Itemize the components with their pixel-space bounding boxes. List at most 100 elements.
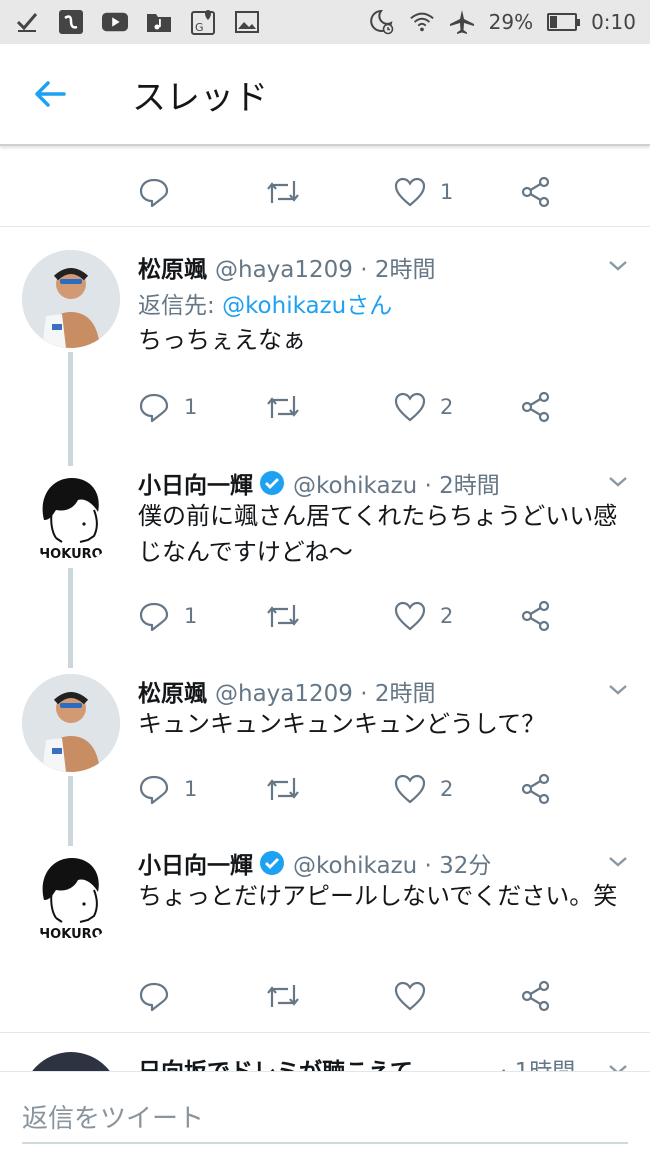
verified-badge-icon	[260, 851, 284, 875]
like-button[interactable]: 2	[394, 769, 453, 809]
share-button[interactable]	[520, 596, 552, 636]
author-handle-time: @kohikazu · 32分	[293, 853, 492, 879]
author-name: 日向坂でドレミが聴こえて	[138, 1059, 413, 1071]
author-name: 松原颯	[138, 257, 207, 283]
avatar[interactable]	[22, 674, 120, 772]
music-folder-icon	[146, 9, 172, 35]
airplane-icon	[449, 9, 475, 35]
heart-icon	[394, 774, 426, 804]
thread-header: スレッド	[0, 44, 650, 146]
divider	[0, 1032, 650, 1033]
reply-icon	[139, 982, 169, 1012]
check-icon	[14, 9, 40, 35]
share-icon	[521, 773, 550, 805]
like-button[interactable]: 1	[394, 172, 453, 212]
clock: 0:10	[591, 10, 636, 34]
reply-composer: 返信をツイート	[0, 1071, 650, 1156]
svg-text:G: G	[195, 21, 204, 34]
retweet-button[interactable]	[266, 172, 300, 212]
share-button[interactable]	[520, 172, 552, 212]
avatar[interactable]: HOKURO	[22, 846, 120, 944]
back-arrow-icon[interactable]	[30, 74, 70, 114]
reply-to-label: 返信先:	[138, 293, 223, 319]
image-icon	[234, 9, 260, 35]
maps-icon: G	[190, 9, 216, 35]
chevron-down-icon[interactable]	[606, 254, 630, 278]
share-button[interactable]	[520, 976, 552, 1016]
tweet-author[interactable]: 松原颯 @haya1209 · 2時間	[138, 674, 436, 708]
share-icon	[521, 176, 550, 208]
share-button[interactable]	[520, 387, 552, 427]
author-handle-time: @kohikazu · 2時間	[293, 473, 500, 499]
retweet-button[interactable]	[266, 387, 300, 427]
reply-button[interactable]	[138, 172, 170, 212]
like-count: 2	[440, 777, 454, 801]
like-count: 2	[440, 604, 454, 628]
avatar[interactable]: HOKURO	[22, 466, 120, 564]
reply-count: 1	[184, 395, 198, 419]
chevron-down-icon[interactable]	[606, 470, 630, 494]
reply-count: 1	[184, 604, 198, 628]
author-handle-time: @haya1209 · 2時間	[215, 257, 436, 283]
tweet-text: ちっちぇえなぁ	[138, 326, 306, 354]
reply-icon	[139, 602, 169, 632]
chevron-down-icon[interactable]	[606, 678, 630, 702]
retweet-button[interactable]	[266, 769, 300, 809]
thread-list[interactable]: 1 松原颯 @haya1209 · 2時間 返信先: @kohikazuさん ち…	[0, 146, 650, 1071]
battery-percent: 29%	[488, 10, 534, 34]
reply-icon	[139, 178, 169, 208]
chevron-down-icon[interactable]	[606, 850, 630, 874]
retweet-button[interactable]	[266, 596, 300, 636]
author-handle-time: @haya1209 · 2時間	[215, 681, 436, 707]
like-count: 2	[440, 395, 454, 419]
chevron-down-icon[interactable]	[606, 1058, 630, 1071]
heart-icon	[394, 601, 426, 631]
tweet-author[interactable]: 小日向一輝 @kohikazu · 2時間	[138, 466, 500, 500]
like-button[interactable]	[394, 976, 426, 1016]
action-bar: 1	[0, 172, 650, 212]
battery-icon	[547, 13, 581, 31]
author-handle-time: · 1時間	[500, 1059, 575, 1071]
reply-to-link[interactable]: @kohikazuさん	[222, 293, 392, 319]
retweet-icon	[267, 396, 299, 418]
reply-button[interactable]	[138, 976, 170, 1016]
author-name: 小日向一輝	[138, 853, 253, 879]
reply-input[interactable]: 返信をツイート	[22, 1098, 204, 1135]
tweet-time: · 1時間	[500, 1052, 575, 1071]
page-title: スレッド	[132, 78, 268, 118]
tweet-text: キュンキュンキュンキュンどうして？	[138, 710, 546, 738]
retweet-icon	[267, 778, 299, 800]
reply-to: 返信先: @kohikazuさん	[138, 286, 392, 320]
reply-button[interactable]: 1	[138, 387, 197, 427]
status-bar: G 29% 0:10	[0, 0, 650, 44]
moon-alarm-icon	[369, 9, 395, 35]
wifi-icon	[409, 9, 435, 35]
share-icon	[521, 391, 550, 423]
avatar[interactable]	[22, 1052, 120, 1071]
reply-icon	[139, 393, 169, 423]
action-bar: 1 2	[0, 769, 650, 809]
action-bar: 1 2	[0, 387, 650, 427]
reply-button[interactable]: 1	[138, 769, 197, 809]
avatar-text: HOKURO	[39, 547, 102, 562]
share-icon	[521, 980, 550, 1012]
author-name: 松原颯	[138, 681, 207, 707]
youtube-icon	[102, 9, 128, 35]
share-button[interactable]	[520, 769, 552, 809]
like-button[interactable]: 2	[394, 596, 453, 636]
like-count: 1	[440, 180, 454, 204]
input-underline	[22, 1142, 628, 1144]
reply-count: 1	[184, 777, 198, 801]
avatar[interactable]	[22, 250, 120, 348]
tweet-author[interactable]: 松原颯 @haya1209 · 2時間	[138, 250, 436, 284]
verified-badge-icon	[260, 471, 284, 495]
retweet-icon	[267, 181, 299, 203]
tweet-text: 僕の前に颯さん居てくれたらちょうどいい感じなんですけどね〜	[138, 502, 618, 566]
retweet-icon	[267, 605, 299, 627]
tweet-author[interactable]: 小日向一輝 @kohikazu · 32分	[138, 846, 491, 880]
retweet-button[interactable]	[266, 976, 300, 1016]
heart-icon	[394, 392, 426, 422]
app-icon	[58, 9, 84, 35]
reply-button[interactable]: 1	[138, 596, 197, 636]
like-button[interactable]: 2	[394, 387, 453, 427]
